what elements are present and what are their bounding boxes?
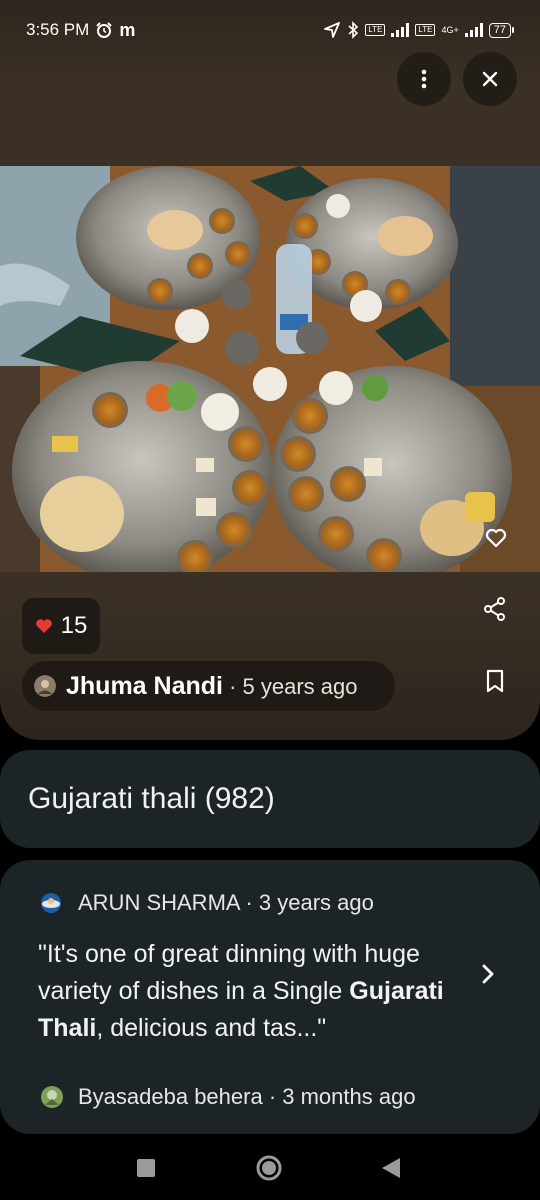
review-time-2: · 3 months ago	[262, 1084, 416, 1109]
author-avatar	[34, 675, 56, 697]
review-header: ARUN SHARMA · 3 years ago	[40, 890, 374, 916]
author-chip[interactable]: Jhuma Nandi · 5 years ago	[22, 661, 395, 711]
notification-icon: m	[119, 19, 136, 40]
close-icon	[482, 71, 498, 87]
lte-badge-1: LTE	[365, 24, 386, 36]
heart-icon	[35, 619, 52, 633]
home-button[interactable]	[255, 1154, 283, 1182]
author-name: Jhuma Nandi	[66, 671, 223, 700]
share-icon[interactable]	[482, 596, 508, 622]
recents-button[interactable]	[136, 1158, 156, 1178]
lte-badge-2: LTE	[415, 24, 436, 36]
bookmark-icon[interactable]	[482, 668, 508, 694]
food-photo[interactable]	[0, 166, 540, 572]
signal-icon-1	[391, 23, 410, 37]
reviewer-avatar	[41, 893, 61, 913]
reviewer-avatar-2	[41, 1086, 63, 1108]
location-icon	[324, 22, 341, 38]
signal-icon-2	[464, 23, 483, 37]
dish-title-card[interactable]: Gujarati thali (982)	[0, 750, 540, 848]
dish-title: Gujarati thali (982)	[28, 782, 275, 815]
back-button[interactable]	[380, 1156, 402, 1180]
reviewer-name-2: Byasadeba behera	[78, 1084, 263, 1109]
close-button[interactable]	[463, 52, 517, 106]
battery-level: 77	[488, 22, 511, 38]
bluetooth-icon	[348, 21, 359, 39]
likes-count: 15	[60, 612, 88, 639]
photo-viewer: 3:56 PM m LTE LTE 4G+ 77 15 Jhuma Nandi …	[0, 0, 540, 740]
alarm-icon	[96, 22, 113, 38]
more-vert-icon	[421, 69, 427, 89]
battery-icon: 77	[488, 22, 514, 38]
network-type: 4G+	[441, 25, 459, 35]
author-time: · 5 years ago	[222, 673, 358, 699]
reviewer-name: ARUN SHARMA	[78, 890, 240, 915]
review-time: · 3 years ago	[239, 890, 374, 915]
likes-button[interactable]: 15	[22, 598, 100, 654]
review-snippet: "It's one of great dinning with huge var…	[38, 940, 444, 1042]
status-bar: 3:56 PM m LTE LTE 4G+ 77	[0, 0, 540, 60]
navigation-bar	[0, 1134, 540, 1200]
status-time: 3:56 PM	[26, 20, 90, 39]
chevron-right-icon[interactable]	[478, 960, 498, 988]
more-options-button[interactable]	[397, 52, 451, 106]
favorite-outline-icon[interactable]	[484, 526, 508, 550]
next-review-header[interactable]: Byasadeba behera · 3 months ago	[40, 1084, 416, 1110]
